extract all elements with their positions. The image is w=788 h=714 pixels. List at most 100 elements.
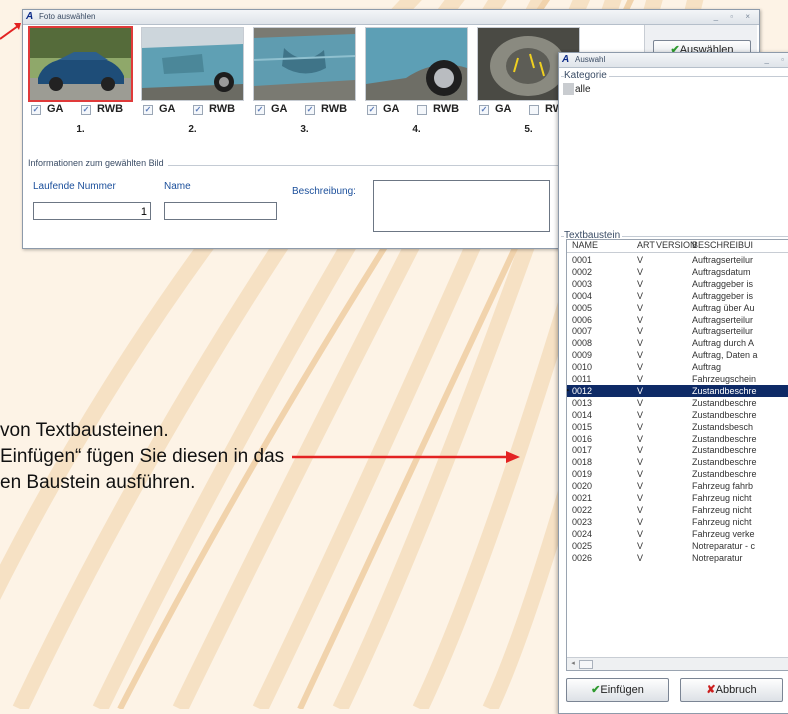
table-row[interactable]: 0025 V Notreparatur - c: [567, 540, 788, 552]
cell-art: V: [637, 504, 644, 515]
rwb-label: RWB: [321, 103, 348, 115]
table-row[interactable]: 0006 V Auftragserteilur: [567, 314, 788, 326]
table-row[interactable]: 0003 V Auftraggeber is: [567, 278, 788, 290]
cell-art: V: [637, 350, 644, 361]
table-row[interactable]: 0010 V Auftrag: [567, 361, 788, 373]
insert-button-label: Einfügen: [600, 684, 644, 696]
col-beschreibung[interactable]: BESCHREIBUI: [692, 240, 753, 250]
ga-checkbox[interactable]: ✓: [367, 105, 377, 115]
thumb-number: 2.: [188, 124, 197, 135]
scroll-left-icon[interactable]: ◂: [568, 660, 578, 668]
cell-art: V: [637, 552, 644, 563]
car-photo-1[interactable]: [28, 26, 133, 102]
cell-name: 0019: [572, 469, 593, 480]
cross-icon: ✘: [706, 684, 716, 696]
rwb-checkbox[interactable]: ✓: [305, 105, 315, 115]
table-row[interactable]: 0008 V Auftrag durch A: [567, 337, 788, 349]
table-row[interactable]: 0026 V Notreparatur: [567, 552, 788, 564]
rwb-checkbox[interactable]: [417, 105, 427, 115]
table-row[interactable]: 0005 V Auftrag über Au: [567, 302, 788, 314]
cell-art: V: [637, 255, 644, 265]
cell-name: 0004: [572, 290, 593, 301]
table-row[interactable]: 0022 V Fahrzeug nicht: [567, 504, 788, 516]
category-swatch-icon: [563, 83, 574, 95]
kategorie-item[interactable]: alle: [563, 83, 591, 97]
cell-beschreibung: Fahrzeug verke: [692, 528, 755, 539]
rwb-checkbox[interactable]: ✓: [193, 105, 203, 115]
table-row[interactable]: 0015 V Zustandsbesch: [567, 421, 788, 433]
cell-name: 0011: [572, 374, 592, 384]
cell-beschreibung: Zustandbeschre: [692, 457, 757, 468]
table-row[interactable]: 0001 V Auftragserteilur: [567, 254, 788, 266]
rwb-checkbox[interactable]: ✓: [81, 105, 91, 115]
cancel-button[interactable]: ✘Abbruch: [680, 678, 783, 702]
table-row[interactable]: 0016 V Zustandbeschre: [567, 433, 788, 445]
table-row[interactable]: 0021 V Fahrzeug nicht: [567, 492, 788, 504]
cell-art: V: [637, 278, 644, 289]
beschreibung-field[interactable]: [373, 180, 550, 232]
table-row[interactable]: 0023 V Fahrzeug nicht: [567, 516, 788, 528]
cell-beschreibung: Fahrzeug nicht: [692, 493, 752, 503]
col-version[interactable]: VERSION: [656, 240, 697, 250]
table-row[interactable]: 0017 V Zustandbeschre: [567, 444, 788, 456]
ga-checkbox[interactable]: ✓: [479, 105, 489, 115]
table-row[interactable]: 0011 V Fahrzeugschein: [567, 373, 788, 385]
scroll-thumb[interactable]: [579, 660, 593, 669]
table-row[interactable]: ▸ 0012 V Zustandbeschre: [567, 384, 788, 397]
thumbnail-1[interactable]: ✓ GA ✓ RWB 1.: [28, 26, 133, 151]
photo-info-title: Informationen zum gewählten Bild: [28, 158, 168, 168]
ga-checkbox[interactable]: ✓: [255, 105, 265, 115]
cell-name: 0008: [572, 338, 593, 349]
car-photo-2[interactable]: [141, 27, 244, 101]
name-field[interactable]: [164, 202, 277, 220]
cell-beschreibung: Auftraggeber is: [692, 290, 754, 301]
cell-art: V: [637, 421, 644, 432]
slide-text-line-3: en Baustein ausführen.: [0, 472, 196, 493]
cell-art: V: [637, 528, 644, 539]
cell-beschreibung: Zustandbeschre: [692, 445, 757, 456]
table-row[interactable]: 0013 V Zustandbeschre: [567, 397, 788, 409]
laufende-nummer-field[interactable]: 1: [33, 202, 151, 220]
ga-checkbox[interactable]: ✓: [31, 105, 41, 115]
table-row[interactable]: 0009 V Auftrag, Daten a: [567, 349, 788, 361]
col-name[interactable]: NAME: [572, 240, 598, 250]
window-controls[interactable]: _ ▫ ×: [714, 10, 755, 24]
table-row[interactable]: 0007 V Auftragserteilur: [567, 325, 788, 337]
table-row[interactable]: 0004 V Auftraggeber is: [567, 290, 788, 302]
thumbnail-2[interactable]: ✓ GA ✓ RWB 2.: [141, 27, 244, 151]
rwb-checkbox[interactable]: [529, 105, 539, 115]
check-icon: ✔: [591, 684, 601, 696]
cell-art: V: [637, 457, 644, 468]
table-row[interactable]: 0018 V Zustandbeschre: [567, 456, 788, 468]
cell-art: V: [637, 469, 644, 480]
textbaustein-table[interactable]: NAME ART VERSION BESCHREIBUI 0001 V Auftra…: [566, 239, 788, 671]
car-photo-3[interactable]: [253, 27, 356, 101]
table-row[interactable]: 0002 V Auftragsdatum: [567, 266, 788, 278]
cell-name: 0015: [572, 421, 593, 432]
table-row[interactable]: 0014 V Zustandbeschre: [567, 409, 788, 421]
thumb-4-flags: ✓ GA RWB: [365, 103, 468, 117]
ga-label: GA: [383, 103, 400, 115]
beschreibung-label: Beschreibung:: [292, 186, 356, 197]
kategorie-item-label: alle: [575, 84, 591, 95]
cell-name: 0002: [572, 266, 593, 277]
cell-art: V: [637, 338, 644, 349]
ga-checkbox[interactable]: ✓: [143, 105, 153, 115]
insert-button[interactable]: ✔Einfügen: [566, 678, 669, 702]
thumbnail-3[interactable]: ✓ GA ✓ RWB 3.: [253, 27, 356, 151]
window-controls[interactable]: _ ▫: [764, 53, 788, 67]
table-row[interactable]: 0024 V Fahrzeug verke: [567, 528, 788, 540]
table-row[interactable]: 0020 V Fahrzeug fahrb: [567, 480, 788, 492]
horizontal-scrollbar[interactable]: ◂ ▸: [567, 657, 788, 670]
car-photo-4[interactable]: [365, 27, 468, 101]
ga-label: GA: [47, 103, 64, 115]
foto-window-title: Foto auswählen: [39, 12, 96, 21]
cell-name: 0016: [572, 433, 593, 444]
col-art[interactable]: ART: [637, 240, 655, 250]
cell-name: 0003: [572, 278, 593, 289]
slide-text-line-2: Einfügen“ fügen Sie diesen in das: [0, 446, 285, 467]
cell-beschreibung: Auftrag: [692, 362, 722, 373]
table-row[interactable]: 0019 V Zustandbeschre: [567, 468, 788, 480]
cell-name: 0026: [572, 552, 593, 563]
thumbnail-4[interactable]: ✓ GA RWB 4.: [365, 27, 468, 151]
